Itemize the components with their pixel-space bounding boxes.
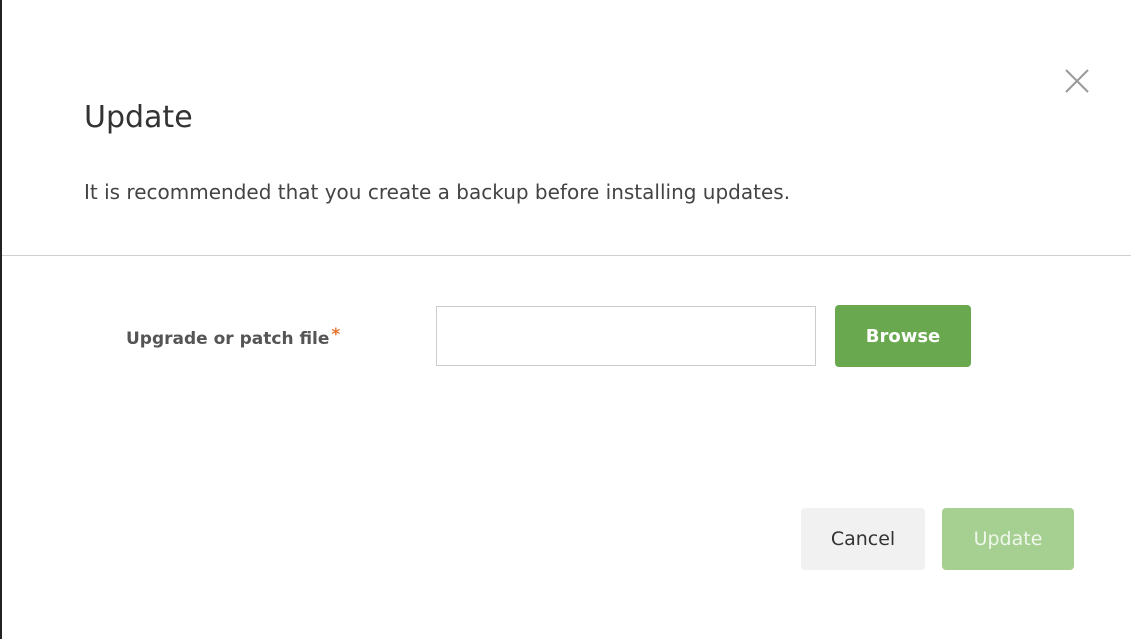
cancel-button[interactable]: Cancel (801, 508, 925, 570)
dialog-subtitle: It is recommended that you create a back… (84, 180, 791, 204)
divider (2, 255, 1131, 256)
upgrade-file-label: Upgrade or patch file * (126, 325, 340, 353)
update-dialog: Update It is recommended that you create… (0, 0, 1131, 639)
close-button[interactable] (1062, 66, 1092, 96)
upgrade-file-label-text: Upgrade or patch file (126, 329, 330, 349)
dialog-title: Update (84, 100, 193, 135)
close-icon (1065, 69, 1089, 93)
browse-button[interactable]: Browse (835, 305, 971, 367)
upgrade-file-input[interactable] (436, 306, 816, 366)
required-marker: * (331, 325, 341, 345)
update-button[interactable]: Update (942, 508, 1074, 570)
